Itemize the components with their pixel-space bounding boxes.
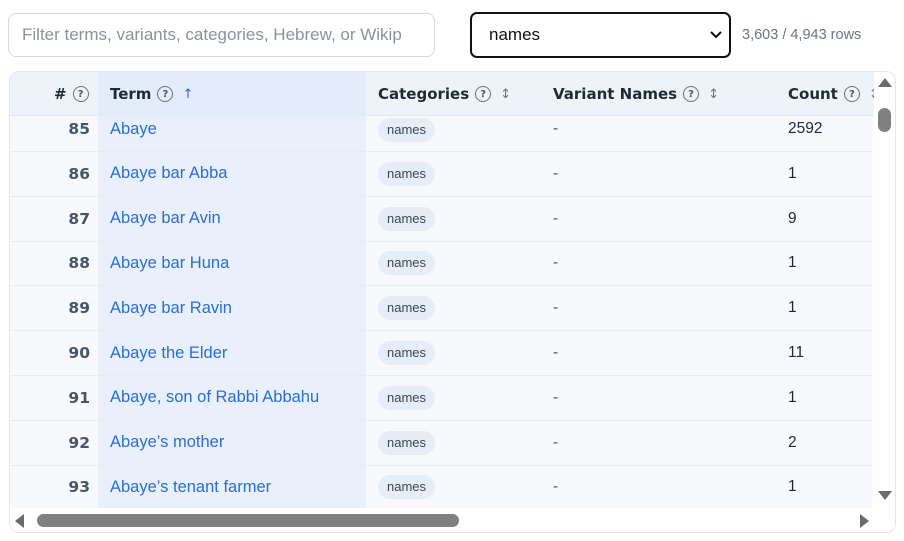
table-row: 92 Abaye’s mother names - 2 — [10, 420, 874, 466]
category-select-value: names — [489, 25, 541, 44]
sort-ascending-icon[interactable]: ↑ — [182, 87, 193, 102]
table-row: 85 Abaye names - 2592 — [10, 116, 874, 152]
column-header-categories[interactable]: Categories ? ↕ — [378, 72, 511, 116]
variant-names-cell: - — [553, 164, 559, 182]
row-index: 85 — [68, 120, 90, 138]
toolbar: names 3,603 / 4,943 rows — [0, 0, 904, 70]
column-header-index[interactable]: # ? — [54, 72, 89, 116]
term-link[interactable]: Abaye bar Abba — [110, 152, 227, 196]
help-icon[interactable]: ? — [157, 86, 174, 102]
term-link[interactable]: Abaye bar Ravin — [110, 286, 232, 330]
variant-names-cell: - — [553, 209, 559, 227]
horizontal-scrollbar[interactable] — [10, 508, 895, 532]
term-link[interactable]: Abaye bar Avin — [110, 197, 221, 241]
table-row: 91 Abaye, son of Rabbi Abbahu names - 1 — [10, 375, 874, 421]
table-row: 88 Abaye bar Huna names - 1 — [10, 241, 874, 287]
variant-names-cell: - — [553, 344, 559, 362]
vertical-scroll-thumb[interactable] — [878, 108, 891, 132]
count-cell: 1 — [788, 254, 797, 272]
scroll-left-arrow-icon[interactable] — [15, 514, 24, 528]
table-row: 90 Abaye the Elder names - 11 — [10, 331, 874, 376]
row-index: 88 — [68, 254, 90, 273]
data-table: # ? Term ? ↑ Categories ? ↕ Variant Name… — [9, 71, 896, 533]
table-viewport[interactable]: # ? Term ? ↑ Categories ? ↕ Variant Name… — [10, 72, 874, 510]
column-header-count[interactable]: Count ? ↕ — [788, 72, 874, 116]
column-header-term[interactable]: Term ? ↑ — [110, 72, 193, 116]
table-row: 87 Abaye bar Avin names - 9 — [10, 196, 874, 242]
table-row: 89 Abaye bar Ravin names - 1 — [10, 286, 874, 332]
category-pill[interactable]: names — [378, 161, 436, 186]
category-pill[interactable]: names — [378, 385, 436, 410]
table-header: # ? Term ? ↑ Categories ? ↕ Variant Name… — [10, 72, 874, 116]
vertical-scrollbar[interactable] — [873, 72, 895, 510]
search-input[interactable] — [8, 13, 435, 57]
help-icon[interactable]: ? — [683, 86, 700, 102]
variant-names-cell: - — [553, 299, 559, 317]
term-link[interactable]: Abaye — [110, 116, 157, 151]
count-cell: 1 — [788, 299, 797, 317]
variant-names-cell: - — [553, 433, 559, 451]
chevron-down-icon — [710, 31, 722, 39]
category-select[interactable]: names — [470, 12, 731, 58]
row-index: 92 — [68, 433, 90, 452]
column-header-variant-names[interactable]: Variant Names ? ↕ — [553, 72, 719, 116]
category-pill[interactable]: names — [378, 251, 436, 276]
term-link[interactable]: Abaye’s mother — [110, 421, 224, 465]
help-icon[interactable]: ? — [72, 86, 89, 102]
term-link[interactable]: Abaye’s tenant farmer — [110, 466, 271, 510]
term-link[interactable]: Abaye, son of Rabbi Abbahu — [110, 376, 319, 420]
variant-names-cell: - — [553, 388, 559, 406]
count-cell: 11 — [788, 344, 805, 362]
category-pill[interactable]: names — [378, 341, 436, 366]
row-index: 91 — [68, 388, 90, 407]
row-index: 93 — [68, 478, 90, 497]
help-icon[interactable]: ? — [843, 86, 860, 102]
sort-icon[interactable]: ↕ — [708, 87, 719, 102]
row-index: 90 — [68, 344, 90, 363]
table-row: 93 Abaye’s tenant farmer names - 1 — [10, 465, 874, 510]
row-index: 87 — [68, 209, 90, 228]
variant-names-cell: - — [553, 120, 559, 137]
row-count: 3,603 / 4,943 rows — [742, 27, 862, 43]
table-row: 86 Abaye bar Abba names - 1 — [10, 152, 874, 197]
category-pill[interactable]: names — [378, 296, 436, 321]
sort-icon[interactable]: ↕ — [869, 87, 874, 102]
count-cell: 1 — [788, 388, 797, 406]
count-cell: 2 — [788, 433, 797, 451]
variant-names-cell: - — [553, 254, 559, 272]
scroll-up-arrow-icon[interactable] — [878, 78, 892, 87]
variant-names-cell: - — [553, 478, 559, 496]
count-cell: 9 — [788, 209, 797, 227]
scroll-down-arrow-icon[interactable] — [878, 491, 892, 500]
count-cell: 1 — [788, 164, 797, 182]
category-pill[interactable]: names — [378, 206, 436, 231]
row-index: 89 — [68, 299, 90, 318]
help-icon[interactable]: ? — [475, 86, 492, 102]
horizontal-scroll-thumb[interactable] — [37, 514, 459, 527]
row-index: 86 — [68, 164, 90, 183]
category-pill[interactable]: names — [378, 118, 436, 142]
count-cell: 2592 — [788, 120, 823, 137]
scroll-right-arrow-icon[interactable] — [860, 514, 869, 528]
category-pill[interactable]: names — [378, 430, 436, 455]
term-link[interactable]: Abaye bar Huna — [110, 242, 229, 286]
sort-icon[interactable]: ↕ — [500, 87, 511, 102]
term-link[interactable]: Abaye the Elder — [110, 331, 227, 375]
category-pill[interactable]: names — [378, 475, 436, 500]
table-body: 85 Abaye names - 2592 86 Abaye bar Abba … — [10, 116, 874, 510]
count-cell: 1 — [788, 478, 797, 496]
